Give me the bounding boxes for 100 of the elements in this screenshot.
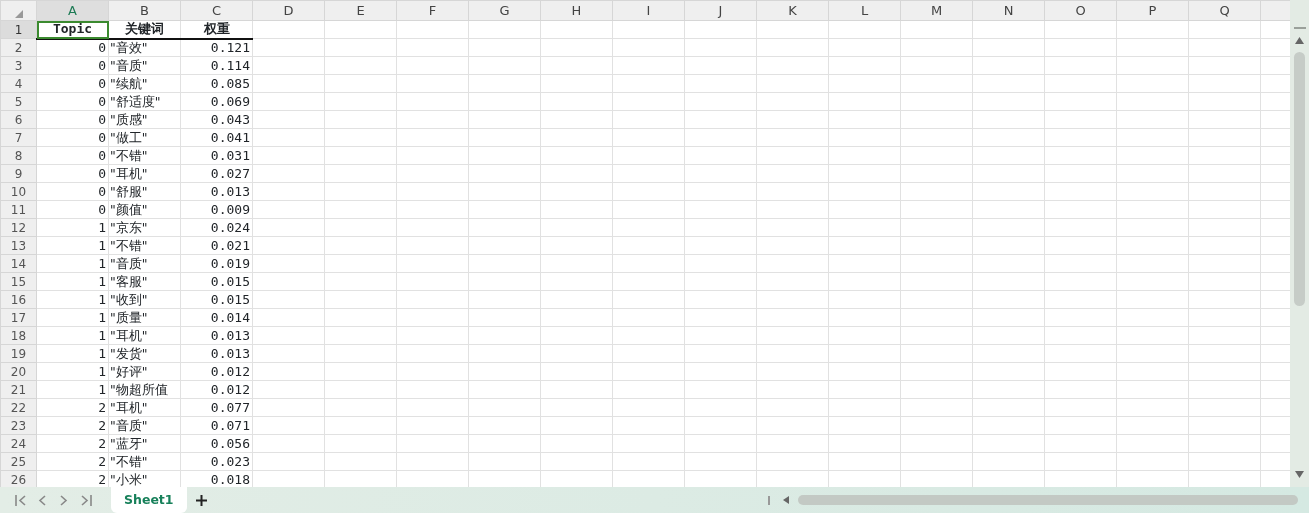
table-cell[interactable]: 1: [36, 218, 109, 237]
table-cell[interactable]: 0.014: [180, 308, 253, 327]
table-cell[interactable]: "续航": [108, 74, 181, 93]
column-header[interactable]: L: [828, 0, 901, 21]
column-header[interactable]: M: [900, 0, 973, 21]
table-cell[interactable]: 2: [36, 434, 109, 453]
table-cell[interactable]: 0: [36, 164, 109, 183]
table-cell[interactable]: "不错": [108, 146, 181, 165]
column-header[interactable]: B: [108, 0, 181, 21]
table-cell[interactable]: 2: [36, 416, 109, 435]
table-cell[interactable]: "收到": [108, 290, 181, 309]
column-header[interactable]: C: [180, 0, 253, 21]
splitter-handle[interactable]: [768, 496, 770, 505]
table-cell[interactable]: 1: [36, 236, 109, 255]
table-cell[interactable]: 2: [36, 398, 109, 417]
column-header[interactable]: P: [1116, 0, 1189, 21]
scroll-down-icon[interactable]: [1295, 471, 1304, 478]
table-cell[interactable]: 0.012: [180, 362, 253, 381]
table-cell[interactable]: 0: [36, 56, 109, 75]
table-cell[interactable]: "耳机": [108, 164, 181, 183]
table-cell[interactable]: 1: [36, 290, 109, 309]
column-header[interactable]: D: [252, 0, 325, 21]
column-header[interactable]: E: [324, 0, 397, 21]
table-cell[interactable]: 0.043: [180, 110, 253, 129]
column-header[interactable]: Q: [1188, 0, 1261, 21]
table-cell[interactable]: 0: [36, 182, 109, 201]
table-cell[interactable]: 0.013: [180, 344, 253, 363]
table-cell[interactable]: "客服": [108, 272, 181, 291]
table-cell[interactable]: 0.077: [180, 398, 253, 417]
scroll-up-icon[interactable]: [1295, 37, 1304, 44]
table-cell[interactable]: "舒服": [108, 182, 181, 201]
column-header[interactable]: G: [468, 0, 541, 21]
table-cell[interactable]: 0.013: [180, 326, 253, 345]
table-cell[interactable]: 0.019: [180, 254, 253, 273]
table-cell[interactable]: 0.114: [180, 56, 253, 75]
select-all-icon[interactable]: [14, 10, 23, 18]
table-cell[interactable]: 1: [36, 380, 109, 399]
table-cell[interactable]: 0.009: [180, 200, 253, 219]
scroll-left-icon[interactable]: [783, 496, 789, 504]
table-cell[interactable]: 0.031: [180, 146, 253, 165]
table-cell[interactable]: "不错": [108, 236, 181, 255]
table-cell[interactable]: 0.015: [180, 290, 253, 309]
table-cell[interactable]: "做工": [108, 128, 181, 147]
table-cell[interactable]: 0.085: [180, 74, 253, 93]
table-cell[interactable]: "好评": [108, 362, 181, 381]
table-cell[interactable]: 1: [36, 308, 109, 327]
table-cell[interactable]: "不错": [108, 452, 181, 471]
table-cell[interactable]: "蓝牙": [108, 434, 181, 453]
sheet-tab[interactable]: Sheet1: [111, 487, 187, 513]
table-cell[interactable]: 0.012: [180, 380, 253, 399]
table-cell[interactable]: 1: [36, 326, 109, 345]
table-cell[interactable]: "耳机": [108, 398, 181, 417]
table-cell[interactable]: "音质": [108, 56, 181, 75]
table-cell[interactable]: "京东": [108, 218, 181, 237]
scrollbar-thumb[interactable]: [798, 495, 1298, 505]
table-cell[interactable]: "物超所值: [108, 380, 181, 399]
table-cell[interactable]: 2: [36, 452, 109, 471]
table-cell[interactable]: 1: [36, 362, 109, 381]
table-cell[interactable]: 1: [36, 254, 109, 273]
table-cell[interactable]: 0: [36, 110, 109, 129]
table-cell[interactable]: 0.023: [180, 452, 253, 471]
table-cell[interactable]: "颜值": [108, 200, 181, 219]
table-cell[interactable]: 0.071: [180, 416, 253, 435]
table-cell[interactable]: 0.027: [180, 164, 253, 183]
scrollbar-thumb[interactable]: [1294, 52, 1305, 306]
table-cell[interactable]: 0: [36, 92, 109, 111]
table-header-cell[interactable]: 权重: [180, 20, 253, 39]
table-cell[interactable]: "质量": [108, 308, 181, 327]
column-header[interactable]: F: [396, 0, 469, 21]
table-cell[interactable]: "音效": [108, 38, 181, 57]
table-cell[interactable]: 0: [36, 38, 109, 57]
column-header[interactable]: H: [540, 0, 613, 21]
table-cell[interactable]: 0: [36, 74, 109, 93]
table-cell[interactable]: 0.056: [180, 434, 253, 453]
column-header[interactable]: K: [756, 0, 829, 21]
column-header[interactable]: O: [1044, 0, 1117, 21]
table-cell[interactable]: 0.069: [180, 92, 253, 111]
table-cell[interactable]: 1: [36, 344, 109, 363]
table-cell[interactable]: "质感": [108, 110, 181, 129]
column-header[interactable]: N: [972, 0, 1045, 21]
table-cell[interactable]: 0.013: [180, 182, 253, 201]
table-cell[interactable]: 0.015: [180, 272, 253, 291]
table-cell[interactable]: "耳机": [108, 326, 181, 345]
table-cell[interactable]: "发货": [108, 344, 181, 363]
table-cell[interactable]: 0: [36, 128, 109, 147]
column-header[interactable]: I: [612, 0, 685, 21]
column-header[interactable]: J: [684, 0, 757, 21]
table-cell[interactable]: 0.021: [180, 236, 253, 255]
table-cell[interactable]: 0.121: [180, 38, 253, 57]
table-header-cell[interactable]: 关键词: [108, 20, 181, 39]
table-cell[interactable]: 0.024: [180, 218, 253, 237]
table-header-cell[interactable]: Topic: [36, 20, 109, 39]
table-cell[interactable]: 0: [36, 200, 109, 219]
table-cell[interactable]: "音质": [108, 416, 181, 435]
table-cell[interactable]: 1: [36, 272, 109, 291]
table-cell[interactable]: "音质": [108, 254, 181, 273]
table-cell[interactable]: "舒适度": [108, 92, 181, 111]
table-cell[interactable]: 0.041: [180, 128, 253, 147]
table-cell[interactable]: 0: [36, 146, 109, 165]
column-header[interactable]: A: [36, 0, 109, 21]
